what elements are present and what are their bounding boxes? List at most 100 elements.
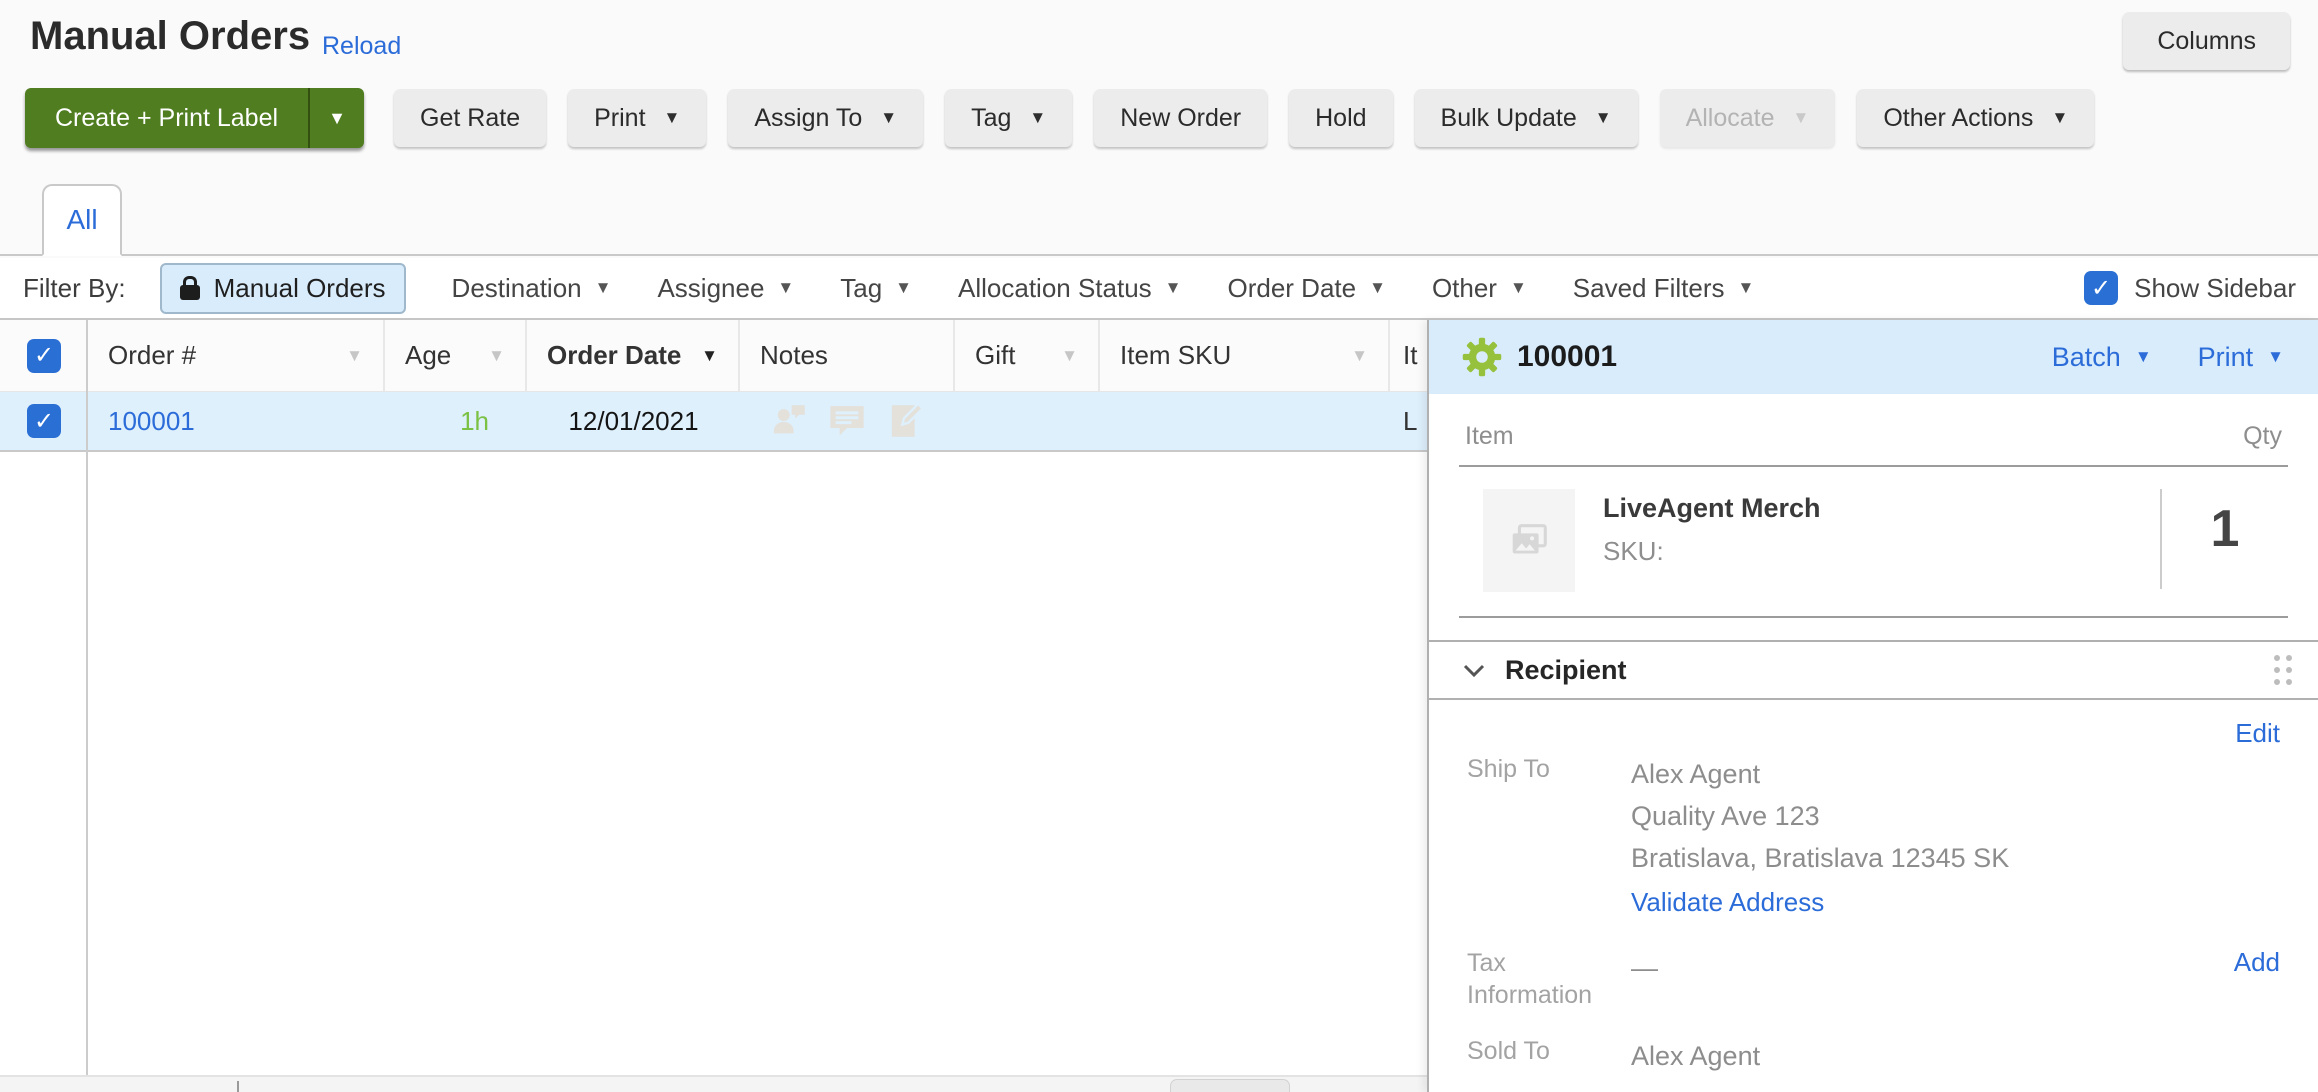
order-number-link[interactable]: 100001 [88, 406, 385, 437]
sidebar-order-number: 100001 [1517, 340, 1617, 374]
tag-button[interactable]: Tag ▼ [945, 89, 1072, 147]
column-item-sku[interactable]: Item SKU ▼ [1100, 320, 1390, 391]
item-sku: SKU: [1603, 536, 1821, 567]
locked-filter-manual-orders[interactable]: Manual Orders [160, 263, 406, 314]
caret-down-icon: ▼ [1793, 108, 1810, 128]
caret-down-icon: ▼ [1165, 278, 1182, 298]
columns-button[interactable]: Columns [2123, 12, 2290, 70]
column-age[interactable]: Age ▼ [385, 320, 527, 391]
caret-down-icon: ▼ [328, 108, 346, 129]
print-button[interactable]: Print ▼ [568, 89, 706, 147]
recipient-city: Bratislava, Bratislava 12345 SK [1631, 837, 2009, 879]
image-icon [1506, 518, 1552, 564]
chevron-down-icon [1463, 664, 1485, 677]
filter-allocation-status[interactable]: Allocation Status ▼ [958, 273, 1182, 304]
validate-address-link[interactable]: Validate Address [1631, 881, 2009, 923]
new-order-button[interactable]: New Order [1094, 89, 1267, 147]
recipient-edit-row: Edit [1459, 700, 2288, 749]
bulk-update-button[interactable]: Bulk Update ▼ [1415, 89, 1638, 147]
caret-down-icon: ▼ [1738, 278, 1755, 298]
edit-link[interactable]: Edit [2235, 718, 2280, 748]
items-header: Item Qty [1459, 394, 2288, 467]
button-label: Bulk Update [1441, 104, 1577, 133]
scrollbar-thumb[interactable] [1170, 1079, 1290, 1092]
internal-note-icon[interactable] [884, 400, 926, 442]
filter-label: Other [1432, 273, 1497, 304]
filter-tag[interactable]: Tag ▼ [840, 273, 912, 304]
column-label: Gift [975, 340, 1015, 371]
caret-down-icon: ▼ [880, 108, 897, 128]
create-print-label-button[interactable]: Create + Print Label ▼ [25, 88, 364, 148]
filter-order-date[interactable]: Order Date ▼ [1228, 273, 1386, 304]
item-image-placeholder [1483, 489, 1575, 592]
orders-table: ✓ Order # ▼ Age ▼ Order Date ▼ Notes Gif… [0, 320, 1427, 1092]
tab-all[interactable]: All [42, 184, 122, 256]
filter-label: Assignee [657, 273, 764, 304]
filter-bar: Filter By: Manual Orders Destination ▼ A… [0, 258, 2318, 318]
scroll-track-tick [237, 1081, 239, 1092]
check-icon: ✓ [34, 407, 54, 436]
caret-down-icon: ▼ [1029, 108, 1046, 128]
column-notes[interactable]: Notes [740, 320, 955, 391]
ship-to-value: Alex Agent Quality Ave 123 Bratislava, B… [1631, 753, 2009, 923]
recipient-section-header[interactable]: Recipient [1429, 640, 2318, 700]
sold-to-row: Sold To Alex Agent [1459, 1035, 2288, 1077]
column-order-date[interactable]: Order Date ▼ [527, 320, 740, 391]
sidebar-header: 100001 Batch ▼ Print ▼ [1429, 320, 2318, 394]
columns-button-label: Columns [2157, 27, 2256, 56]
item-qty: 1 [2162, 489, 2288, 589]
horizontal-scrollbar[interactable] [0, 1075, 1427, 1092]
marketplace-note-icon[interactable] [826, 400, 868, 442]
order-item-clipped: L [1390, 406, 1417, 437]
order-item-row: LiveAgent Merch SKU: 1 [1459, 467, 2288, 618]
select-all-checkbox[interactable]: ✓ [27, 339, 61, 373]
qty-column-label: Qty [2243, 422, 2282, 451]
other-actions-button[interactable]: Other Actions ▼ [1857, 89, 2094, 147]
row-checkbox[interactable]: ✓ [27, 404, 61, 438]
column-gift[interactable]: Gift ▼ [955, 320, 1100, 391]
filter-other[interactable]: Other ▼ [1432, 273, 1527, 304]
show-sidebar-checkbox[interactable]: ✓ [2084, 271, 2118, 305]
filter-label: Order Date [1228, 273, 1357, 304]
show-sidebar-label: Show Sidebar [2134, 273, 2296, 304]
sold-to-value: Alex Agent [1631, 1035, 1760, 1077]
filter-destination[interactable]: Destination ▼ [452, 273, 612, 304]
caret-down-icon: ▼ [664, 108, 681, 128]
column-order-number[interactable]: Order # ▼ [88, 320, 385, 391]
add-tax-link[interactable]: Add [2234, 947, 2280, 1011]
order-date: 12/01/2021 [527, 406, 740, 437]
create-print-label-label: Create + Print Label [25, 88, 308, 148]
item-column-label: Item [1465, 422, 1514, 451]
locked-filter-label: Manual Orders [214, 273, 386, 304]
table-row[interactable]: ✓ 100001 1h 12/01/2021 [0, 392, 1427, 452]
button-label: Tag [971, 104, 1011, 133]
drag-handle-icon[interactable] [2274, 655, 2292, 685]
batch-menu[interactable]: Batch ▼ [2052, 342, 2152, 373]
create-print-label-dropdown[interactable]: ▼ [308, 88, 364, 148]
checkbox-column-divider [86, 320, 88, 1075]
show-sidebar-toggle[interactable]: ✓ Show Sidebar [2084, 271, 2296, 305]
tax-information-label: Tax Information [1467, 947, 1631, 1011]
assign-to-button[interactable]: Assign To ▼ [728, 89, 923, 147]
gear-icon[interactable] [1461, 336, 1503, 378]
buyer-note-icon[interactable] [768, 400, 810, 442]
print-menu[interactable]: Print ▼ [2198, 342, 2284, 373]
order-sidebar: 100001 Batch ▼ Print ▼ Item Qty [1427, 320, 2318, 1092]
column-label: Order Date [547, 340, 681, 371]
filter-saved-filters[interactable]: Saved Filters ▼ [1573, 273, 1755, 304]
tab-bar: All [0, 160, 2318, 256]
get-rate-button[interactable]: Get Rate [394, 89, 546, 147]
caret-down-icon: ▼ [1510, 278, 1527, 298]
order-age: 1h [385, 406, 527, 437]
column-label: Age [405, 340, 451, 371]
filter-assignee[interactable]: Assignee ▼ [657, 273, 794, 304]
ship-to-row: Ship To Alex Agent Quality Ave 123 Brati… [1459, 753, 2288, 923]
caret-down-icon: ▼ [895, 278, 912, 298]
caret-down-icon: ▼ [777, 278, 794, 298]
button-label: Print [594, 104, 645, 133]
reload-link[interactable]: Reload [322, 32, 401, 61]
hold-button[interactable]: Hold [1289, 89, 1392, 147]
caret-down-icon: ▼ [1351, 346, 1368, 366]
column-item-clipped[interactable]: It [1390, 320, 1417, 391]
column-label: Order # [108, 340, 196, 371]
